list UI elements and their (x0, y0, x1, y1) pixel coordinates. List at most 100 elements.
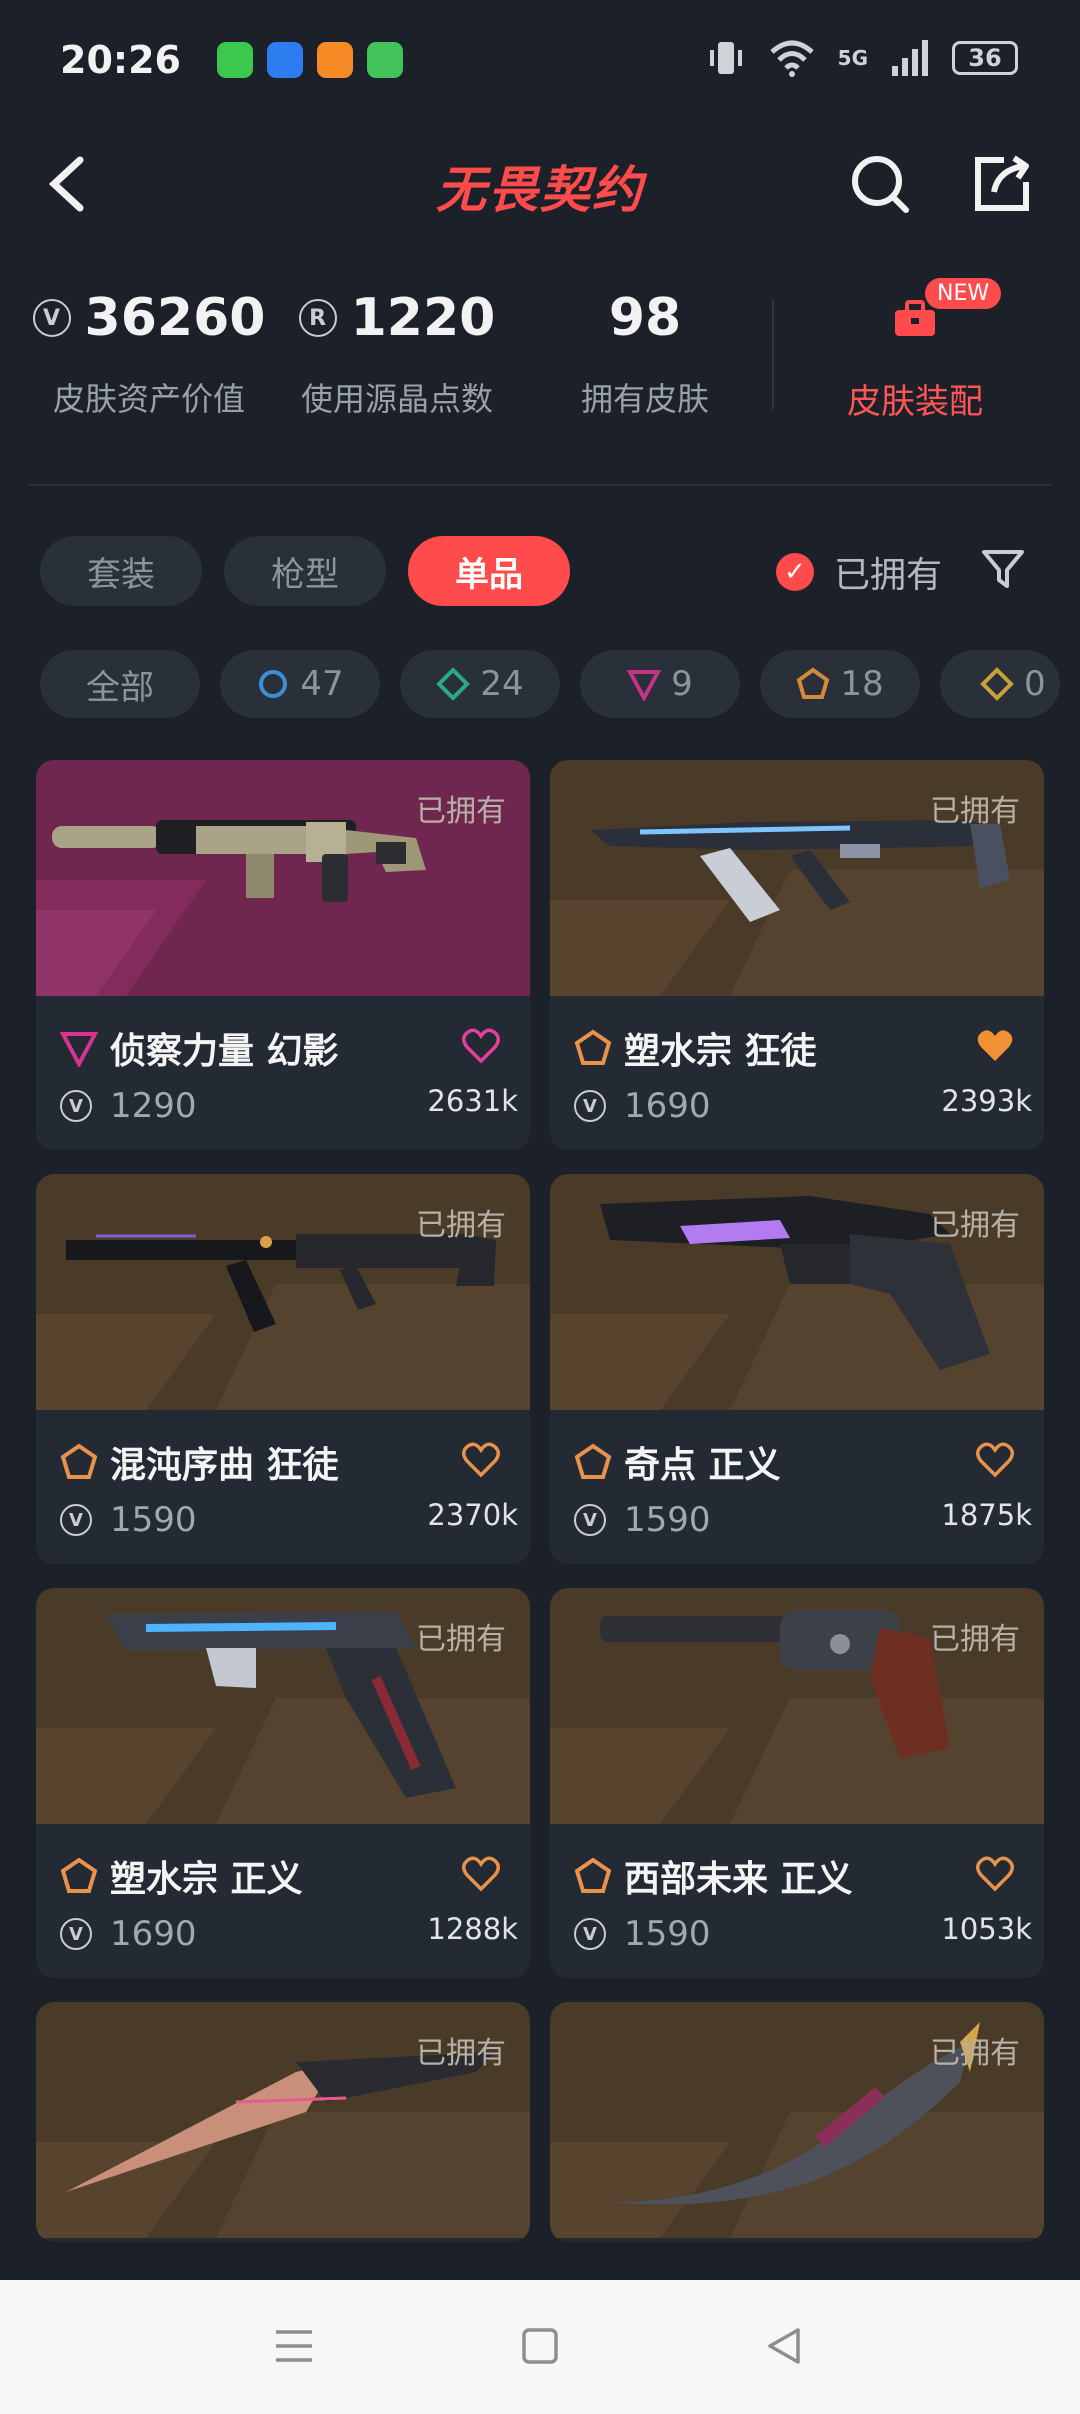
status-time: 20:26 (60, 38, 181, 82)
heart-outline-icon[interactable] (462, 1028, 500, 1064)
owned-tag: 已拥有 (930, 1208, 1020, 1243)
skin-price: 1590 (624, 1500, 711, 1540)
skin-equip-label: 皮肤装配 (847, 382, 983, 422)
menu-icon[interactable] (272, 2324, 316, 2368)
skin-card[interactable]: 已拥有 混沌序曲 狂徒 V 1590 2370k (36, 1174, 530, 1564)
tab-weapon-type[interactable]: 枪型 (224, 536, 386, 606)
skin-price: 1690 (624, 1086, 711, 1126)
heart-outline-icon[interactable] (462, 1442, 500, 1478)
skin-card[interactable]: 已拥有 (550, 2002, 1044, 2242)
rarity-filter-ultra-count: 0 (1024, 664, 1046, 704)
skin-card[interactable]: 已拥有 侦察力量 幻影 V 1290 2631k (36, 760, 530, 1150)
skin-name: 塑水宗 正义 (110, 1859, 303, 1900)
stat-skin-value-number: 36260 (84, 288, 266, 348)
owned-tag: 已拥有 (930, 794, 1020, 829)
skin-card[interactable]: 已拥有 塑水宗 正义 V 1690 1288k (36, 1588, 530, 1978)
stat-skin-value-label: 皮肤资产价值 (52, 380, 245, 418)
heart-outline-icon[interactable] (462, 1856, 500, 1892)
wifi-icon (769, 40, 814, 77)
app-notification-icon (266, 42, 303, 78)
new-badge: NEW (925, 278, 1002, 309)
checkbox-checked-icon[interactable]: ✓ (776, 553, 814, 591)
stat-owned-skins-label: 拥有皮肤 (580, 380, 709, 418)
skin-price: 1690 (110, 1914, 197, 1954)
heart-filled-icon[interactable] (976, 1028, 1014, 1064)
category-tabs: 套装 枪型 单品 (40, 536, 570, 606)
vibrate-icon (709, 42, 742, 74)
skin-price: 1590 (110, 1500, 197, 1540)
skin-card[interactable]: 已拥有 塑水宗 狂徒 V 1690 2393k (550, 760, 1044, 1150)
skin-likes: 2393k (941, 1084, 1032, 1118)
rarity-filter-all[interactable]: 全部 (40, 650, 200, 718)
skin-equip-button[interactable]: NEW 皮肤装配 (800, 278, 1030, 423)
owned-tag: 已拥有 (416, 1622, 506, 1657)
signal-icon (892, 40, 928, 76)
rarity-filter-exclusive-count: 18 (840, 664, 884, 704)
skin-image: 已拥有 (550, 760, 1044, 996)
rarity-filter-row: 全部 47 24 9 18 0 (40, 650, 1060, 718)
vp-coin-icon: V (574, 1090, 606, 1122)
vp-coin-icon: V (60, 1504, 92, 1536)
system-nav-bar (0, 2280, 1080, 2414)
stat-owned-skins-number: 98 (608, 288, 682, 348)
skin-image: 已拥有 (36, 2002, 530, 2238)
heart-outline-icon[interactable] (976, 1856, 1014, 1892)
exclusive-tier-icon (574, 1029, 612, 1065)
skin-card[interactable]: 已拥有 (36, 2002, 530, 2242)
calendar-notification-icon (316, 42, 353, 78)
vp-coin-icon: V (60, 1918, 92, 1950)
page-title: 无畏契约 (436, 161, 644, 219)
ultra-tier-icon (980, 667, 1014, 701)
app-header: 无畏契约 (0, 130, 1080, 240)
rarity-filter-deluxe-count: 24 (480, 664, 524, 704)
filter-icon[interactable] (980, 546, 1026, 592)
stat-owned-skins: 98 拥有皮肤 (520, 280, 770, 420)
share-icon[interactable] (970, 152, 1034, 216)
home-square-icon[interactable] (518, 2324, 562, 2368)
rarity-filter-select-count: 47 (300, 664, 344, 704)
skin-card[interactable]: 已拥有 奇点 正义 V 1590 1875k (550, 1174, 1044, 1564)
battery-icon: 36 (952, 41, 1018, 75)
back-triangle-icon[interactable] (762, 2324, 806, 2368)
status-bar: 20:26 5G 36 (0, 0, 1080, 120)
skin-image: 已拥有 (36, 1174, 530, 1410)
rarity-filter-all-label: 全部 (86, 667, 154, 708)
skin-image: 已拥有 (550, 1588, 1044, 1824)
owned-tag: 已拥有 (416, 794, 506, 829)
rarity-filter-select[interactable]: 47 (220, 650, 380, 718)
tab-bundles[interactable]: 套装 (40, 536, 202, 606)
stat-divider (772, 300, 774, 410)
skin-price: 1590 (624, 1914, 711, 1954)
asset-stats: V 36260 皮肤资产价值 R 1220 使用源晶点数 98 拥有皮肤 NEW 皮… (0, 278, 1080, 440)
skin-image: 已拥有 (550, 2002, 1044, 2238)
premium-tier-icon (627, 670, 662, 701)
rarity-filter-exclusive[interactable]: 18 (760, 650, 920, 718)
stat-radianite-number: 1220 (350, 288, 496, 348)
stat-skin-value: V 36260 皮肤资产价值 (24, 280, 274, 420)
exclusive-tier-icon (574, 1857, 612, 1893)
notification-icons (216, 42, 403, 78)
heart-outline-icon[interactable] (976, 1442, 1014, 1478)
section-divider (28, 484, 1052, 486)
stat-radianite-label: 使用源晶点数 (300, 380, 493, 418)
exclusive-tier-icon (797, 667, 830, 699)
search-icon[interactable] (848, 152, 912, 216)
skin-image: 已拥有 (36, 760, 530, 996)
rarity-filter-deluxe[interactable]: 24 (400, 650, 560, 718)
owned-filter-label: 已拥有 (834, 555, 943, 596)
skin-image: 已拥有 (36, 1588, 530, 1824)
rarity-filter-premium[interactable]: 9 (580, 650, 740, 718)
vp-coin-icon: V (574, 1504, 606, 1536)
skin-card[interactable]: 已拥有 西部未来 正义 V 1590 1053k (550, 1588, 1044, 1978)
rarity-filter-ultra[interactable]: 0 (940, 650, 1060, 718)
skin-price: 1290 (110, 1086, 197, 1126)
skin-likes: 1288k (427, 1912, 518, 1946)
skin-likes: 2370k (427, 1498, 518, 1532)
tab-single-items[interactable]: 单品 (408, 536, 570, 606)
owned-filter-toggle[interactable]: ✓ 已拥有 (776, 546, 942, 598)
messages-notification-icon (216, 42, 253, 78)
phone-notification-icon (366, 42, 403, 78)
skin-name: 西部未来 正义 (624, 1859, 853, 1900)
select-tier-icon (259, 670, 288, 698)
rarity-filter-premium-count: 9 (671, 664, 693, 704)
